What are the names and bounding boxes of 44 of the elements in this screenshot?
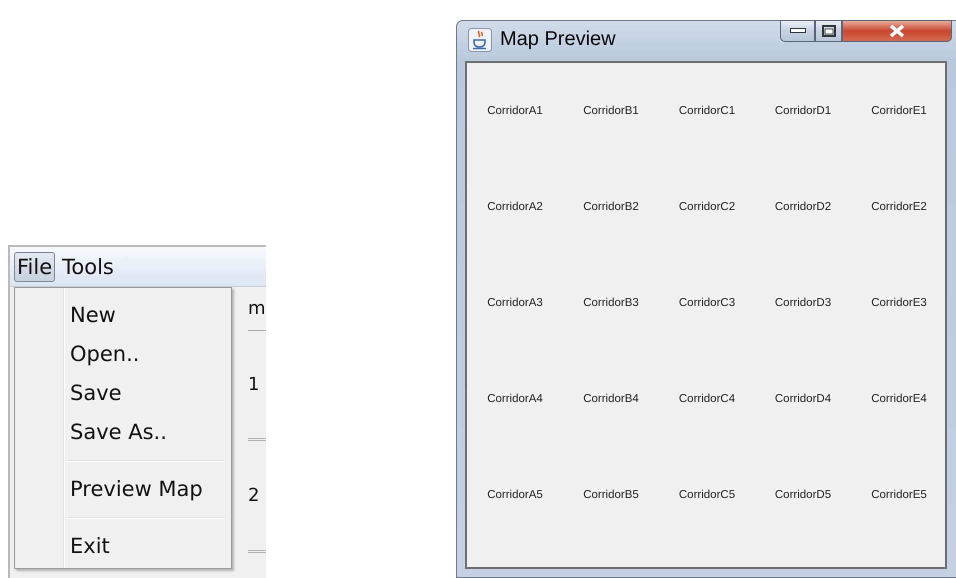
menu-item[interactable]: New — [15, 296, 225, 335]
corridor-label: CorridorC5 — [678, 488, 736, 501]
corridor-label: CorridorE5 — [871, 488, 927, 501]
label: 1 — [248, 374, 260, 395]
menu-item[interactable]: Save — [15, 374, 225, 413]
corridor-label: CorridorC2 — [678, 200, 736, 213]
menu-item[interactable]: Open.. — [15, 335, 225, 374]
corridor-label: CorridorC3 — [678, 296, 736, 309]
label: m — [248, 298, 266, 319]
window-title: Map Preview — [500, 28, 616, 52]
corridor-label: CorridorE4 — [871, 392, 927, 405]
close-icon — [888, 24, 906, 38]
maximize-button[interactable] — [815, 20, 842, 42]
corridor-label: CorridorA2 — [487, 200, 543, 213]
close-button[interactable] — [842, 20, 952, 42]
menu-item[interactable]: Save As.. — [15, 413, 225, 452]
corridor-label: CorridorC1 — [678, 104, 736, 117]
corridor-label: CorridorB4 — [583, 392, 639, 405]
maximize-icon — [822, 25, 836, 37]
corridor-label: CorridorE3 — [871, 296, 927, 309]
cup-icon — [468, 28, 492, 52]
corridor-label: CorridorA4 — [487, 392, 543, 405]
corridor-label: CorridorC4 — [678, 392, 736, 405]
corridor-label: CorridorB1 — [583, 104, 639, 117]
menu-item[interactable]: Exit — [15, 527, 225, 566]
corridor-label: CorridorD2 — [774, 200, 832, 213]
corridor-label: CorridorB5 — [583, 488, 639, 501]
label: 2 — [248, 485, 260, 506]
corridor-label: CorridorD1 — [774, 104, 832, 117]
minimize-button[interactable] — [780, 20, 815, 42]
corridor-label: CorridorD4 — [774, 392, 832, 405]
menu-title[interactable]: Tools — [59, 252, 117, 282]
minimize-icon — [790, 28, 806, 34]
corridor-label: CorridorB2 — [583, 200, 639, 213]
menu-item[interactable]: Preview Map — [15, 470, 225, 509]
corridor-label: CorridorD5 — [774, 488, 832, 501]
corridor-label: CorridorA1 — [487, 104, 543, 117]
menu-title[interactable]: File — [14, 252, 56, 282]
corridor-label: CorridorD3 — [774, 296, 832, 309]
corridor-label: CorridorA3 — [487, 296, 543, 309]
corridor-label: CorridorE1 — [871, 104, 927, 117]
corridor-label: CorridorB3 — [583, 296, 639, 309]
corridor-label: CorridorE2 — [871, 200, 927, 213]
corridor-label: CorridorA5 — [487, 488, 543, 501]
